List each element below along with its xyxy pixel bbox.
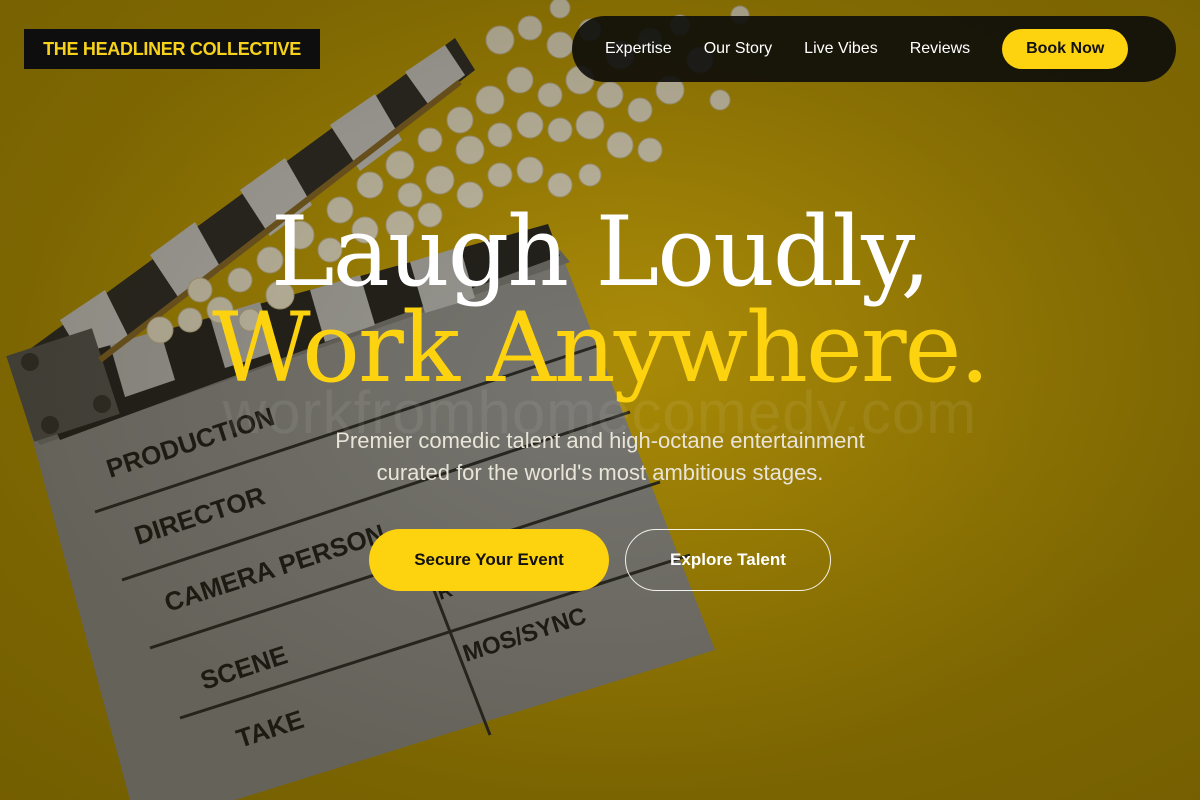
nav-link-live-vibes[interactable]: Live Vibes bbox=[804, 40, 878, 58]
secure-your-event-button[interactable]: Secure Your Event bbox=[369, 529, 609, 591]
hero-subtitle-line2: curated for the world's most ambitious s… bbox=[376, 460, 824, 485]
hero-subtitle: Premier comedic talent and high-octane e… bbox=[250, 425, 950, 489]
brand-logo[interactable]: THE HEADLINER COLLECTIVE bbox=[24, 29, 320, 69]
hero-section: PRODUCTION DIRECTOR CAMERA PERSON SCENE … bbox=[0, 0, 1200, 800]
explore-talent-button[interactable]: Explore Talent bbox=[625, 529, 831, 591]
hero-subtitle-line1: Premier comedic talent and high-octane e… bbox=[335, 428, 865, 453]
nav-link-expertise[interactable]: Expertise bbox=[605, 40, 672, 58]
brand-logo-text: THE HEADLINER COLLECTIVE bbox=[43, 38, 301, 59]
hero-headline-line1: Laugh Loudly, bbox=[270, 196, 931, 308]
nav-link-our-story[interactable]: Our Story bbox=[704, 40, 772, 58]
main-nav: Expertise Our Story Live Vibes Reviews B… bbox=[572, 16, 1176, 82]
hero-headline: Laugh Loudly, Work Anywhere. bbox=[0, 204, 1200, 396]
book-now-button[interactable]: Book Now bbox=[1002, 29, 1129, 69]
nav-link-reviews[interactable]: Reviews bbox=[910, 40, 970, 58]
hero-headline-line2: Work Anywhere. bbox=[212, 292, 990, 404]
